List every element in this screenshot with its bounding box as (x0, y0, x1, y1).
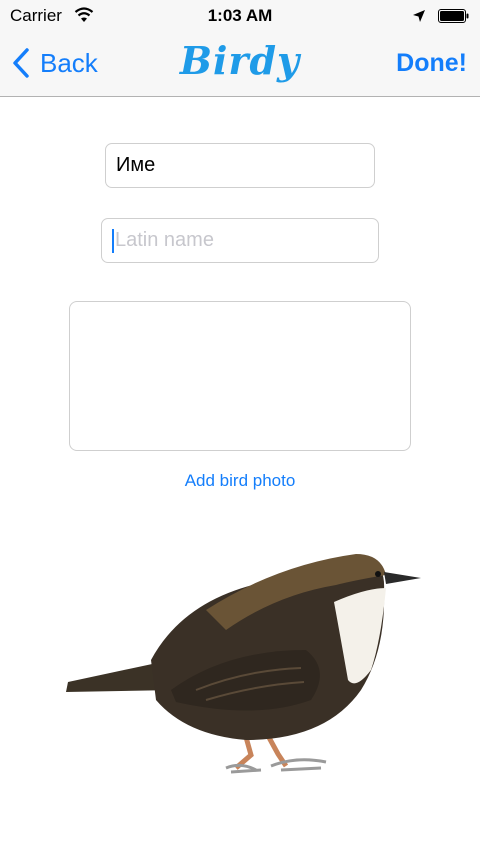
latin-name-placeholder: Latin name (115, 229, 214, 251)
navigation-bar: Back Birdy Done! (0, 32, 480, 97)
add-bird-photo-button[interactable]: Add bird photo (0, 471, 480, 491)
location-arrow-icon (412, 8, 426, 28)
done-button[interactable]: Done! (396, 49, 467, 78)
bird-name-value: Име (116, 154, 156, 176)
status-bar: Carrier 1:03 AM (0, 0, 480, 32)
bird-name-field[interactable]: Име (105, 143, 375, 188)
bird-photo-area[interactable] (69, 301, 411, 451)
dipper-bird-image (66, 554, 421, 774)
battery-icon (438, 8, 470, 23)
status-time: 1:03 AM (207, 6, 273, 25)
text-cursor (112, 228, 114, 253)
latin-name-field[interactable]: Latin name (101, 218, 379, 263)
